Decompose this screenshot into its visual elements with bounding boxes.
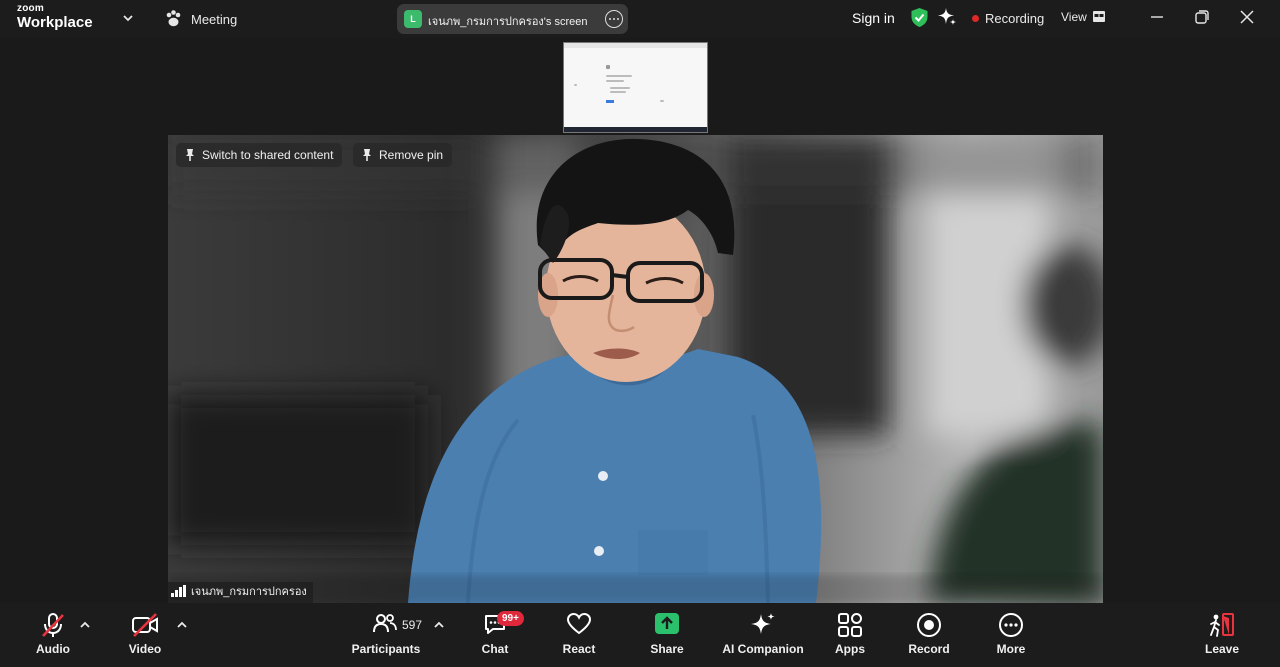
participant-name: เจนภพ_กรมการปกครอง <box>191 586 307 598</box>
chevron-down-icon[interactable] <box>121 11 135 25</box>
leave-door-icon <box>1210 613 1234 637</box>
share-label: Share <box>650 642 684 656</box>
audio-label: Audio <box>36 642 70 656</box>
shield-check-icon[interactable] <box>910 7 929 28</box>
heart-icon <box>566 612 592 635</box>
more-label: More <box>996 642 1026 656</box>
record-icon <box>917 613 941 637</box>
restore-icon[interactable] <box>1193 8 1211 26</box>
react-button[interactable]: React <box>539 603 619 667</box>
audio-button[interactable]: Audio <box>13 603 93 667</box>
record-button[interactable]: Record <box>889 603 969 667</box>
apps-label: Apps <box>835 642 865 656</box>
ai-companion-button[interactable]: AI Companion <box>713 603 813 667</box>
video-label: Video <box>128 642 162 656</box>
share-button[interactable]: Share <box>627 603 707 667</box>
video-button[interactable]: Video <box>105 603 185 667</box>
meeting-label[interactable]: Meeting <box>191 12 237 27</box>
participant-count: 597 <box>402 618 423 632</box>
meeting-paw-icon <box>166 10 181 27</box>
record-label: Record <box>908 642 950 656</box>
mic-muted-icon <box>42 613 64 637</box>
more-dots-icon <box>999 613 1023 637</box>
screen-share-indicator[interactable]: L เจนภพ_กรมการปกครอง's screen <box>397 4 628 34</box>
remove-pin-button[interactable]: Remove pin <box>353 143 453 167</box>
minimize-icon[interactable] <box>1148 8 1166 26</box>
more-options-icon[interactable] <box>605 10 623 28</box>
leave-button[interactable]: Leave <box>1182 603 1262 667</box>
participants-icon <box>373 614 397 633</box>
participant-name-tag: เจนภพ_กรมการปกครอง <box>168 582 313 603</box>
apps-icon <box>838 613 862 637</box>
apps-button[interactable]: Apps <box>810 603 890 667</box>
meeting-stage: Switch to shared content Remove pin เจนภ… <box>0 38 1280 603</box>
brand-workplace-text: Workplace <box>17 14 93 31</box>
chat-button[interactable]: Chat <box>455 603 535 667</box>
sharer-avatar: L <box>404 10 422 28</box>
brand-zoom-text: zoom <box>17 3 44 14</box>
chat-label: Chat <box>481 642 509 656</box>
camera-off-icon <box>132 613 158 637</box>
sign-in-link[interactable]: Sign in <box>852 10 895 26</box>
signal-bars-icon <box>171 585 186 597</box>
ai-sparkle-icon[interactable] <box>937 7 957 27</box>
recording-dot-icon <box>972 15 979 22</box>
switch-to-shared-content-button[interactable]: Switch to shared content <box>176 143 343 167</box>
recording-indicator[interactable]: Recording <box>972 11 1044 26</box>
participant-video[interactable]: Switch to shared content Remove pin เจนภ… <box>168 135 1103 603</box>
recording-label: Recording <box>985 11 1045 26</box>
share-up-arrow-icon <box>655 613 679 634</box>
participants-options-chevron-icon[interactable] <box>433 620 445 630</box>
pin-icon <box>363 149 371 161</box>
react-label: React <box>562 642 596 656</box>
close-icon[interactable] <box>1238 8 1256 26</box>
chat-unread-badge: 99+ <box>497 611 524 626</box>
video-options-chevron-icon[interactable] <box>176 620 188 630</box>
grid-view-icon[interactable] <box>1093 11 1105 22</box>
share-label: เจนภพ_กรมการปกครอง's screen <box>428 16 588 28</box>
ai-companion-label: AI Companion <box>722 642 804 656</box>
sparkle-icon <box>751 613 775 634</box>
participants-label: Participants <box>351 642 421 656</box>
zoom-workplace-logo: zoom Workplace <box>17 3 93 31</box>
remove-pin-label: Remove pin <box>379 148 444 162</box>
participant-video-image <box>168 135 1103 603</box>
shared-screen-thumbnail[interactable] <box>563 42 708 133</box>
more-button[interactable]: More <box>971 603 1051 667</box>
pin-icon <box>186 149 194 161</box>
switch-label: Switch to shared content <box>202 148 334 162</box>
meeting-toolbar: Audio Video Participants 597 Chat 99+ Re… <box>0 603 1280 667</box>
title-bar: zoom Workplace Meeting L เจนภพ_กรมการปกค… <box>0 0 1280 38</box>
leave-label: Leave <box>1204 642 1240 656</box>
view-button[interactable]: View <box>1061 10 1087 24</box>
audio-options-chevron-icon[interactable] <box>79 620 91 630</box>
participants-button[interactable]: Participants <box>346 603 426 667</box>
